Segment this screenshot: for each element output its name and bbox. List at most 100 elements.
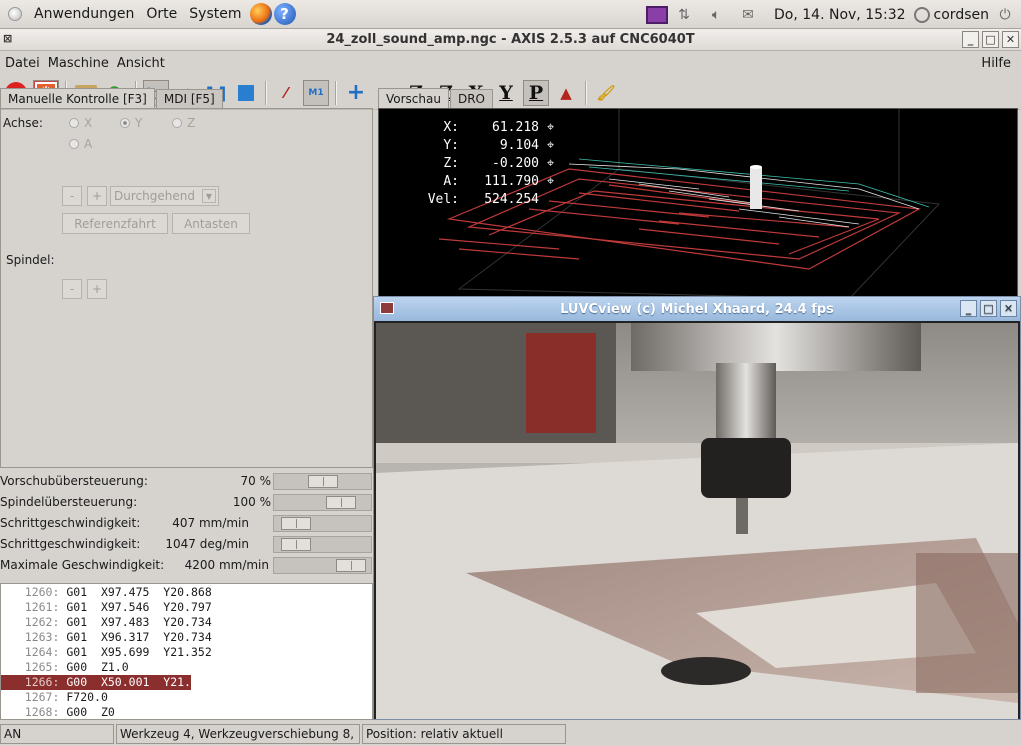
luvc-titlebar[interactable]: LUVCview (c) Michel Xhaard, 24.4 fps _ □… [374, 297, 1020, 321]
slider-trough[interactable] [273, 494, 372, 511]
luvc-window-icon[interactable] [380, 302, 394, 314]
menu-machine[interactable]: Maschine [44, 56, 113, 71]
homed-icon: ⌖ [539, 156, 555, 171]
dro-row: X: 61.218 ⌖ [409, 119, 554, 137]
dro-axis-value: 111.790 [484, 174, 539, 189]
toolpath-preview[interactable]: X: 61.218 ⌖ Y: 9.104 ⌖ Z: -0.200 ⌖ A: 111.790 ⌖… [378, 108, 1018, 298]
luvc-maximize-button[interactable]: □ [980, 300, 997, 317]
menu-applications[interactable]: Anwendungen [28, 0, 140, 29]
axis-radio-a[interactable]: A [69, 137, 92, 151]
camera-image [376, 323, 1018, 719]
gcode-line[interactable]: 1260: G01 X97.475 Y20.868 [1, 585, 372, 600]
slider-thumb[interactable] [281, 538, 311, 551]
system-monitor-icon[interactable] [646, 5, 669, 24]
gcode-listing[interactable]: 1260: G01 X97.475 Y20.868 1261: G01 X97.… [0, 583, 373, 720]
window-menu-icon[interactable]: ⊠ [3, 32, 19, 48]
axis-radio-x[interactable]: X [69, 116, 92, 130]
rotate-view-button[interactable]: ▲ [553, 80, 579, 106]
angular-jog-speed-row: Schrittgeschwindigkeit: 1047 deg/min [0, 534, 373, 555]
gcode-line-text: G01 X97.546 Y20.797 [66, 600, 212, 614]
tab-dro[interactable]: DRO [449, 89, 493, 108]
tab-manual-control[interactable]: Manuelle Kontrolle [F3] [0, 88, 155, 108]
network-icon[interactable]: ⇅ [673, 6, 695, 24]
minimize-button[interactable]: _ [962, 31, 979, 48]
gcode-line-text: G01 X97.475 Y20.868 [66, 585, 212, 599]
panel-clock[interactable]: Do, 14. Nov, 15:32 [774, 7, 906, 23]
gcode-line-number: 1264: [24, 645, 60, 659]
slider-label: Vorschubübersteuerung: [0, 474, 148, 488]
menu-file[interactable]: Datei [0, 56, 44, 71]
gcode-line[interactable]: 1263: G01 X96.317 Y20.734 [1, 630, 372, 645]
spindle-minus-button[interactable]: - [62, 279, 82, 299]
jog-increment-select[interactable]: Durchgehend ▼ [110, 186, 219, 206]
chevron-down-icon: ▼ [202, 189, 216, 203]
spindle-plus-button[interactable]: + [87, 279, 107, 299]
jog-minus-button[interactable]: - [62, 186, 82, 206]
block-delete-button[interactable]: ⁄ [273, 80, 299, 106]
slider-thumb[interactable] [308, 475, 338, 488]
slider-trough[interactable] [273, 515, 372, 532]
menu-help[interactable]: Hilfe [977, 56, 1015, 71]
dro-readout: X: 61.218 ⌖ Y: 9.104 ⌖ Z: -0.200 ⌖ A: 111.790 ⌖… [409, 119, 554, 209]
gcode-line[interactable]: 1265: G00 Z1.0 [1, 660, 372, 675]
gcode-line[interactable]: 1264: G01 X95.699 Y21.352 [1, 645, 372, 660]
gcode-line[interactable]: 1267: F720.0 [1, 690, 372, 705]
close-button[interactable]: ✕ [1002, 31, 1019, 48]
top-panel: Anwendungen Orte System ? ⇅ 🔈︎ ✉ Do, 14.… [0, 0, 1021, 29]
slider-trough[interactable] [273, 536, 372, 553]
home-button[interactable]: Referenzfahrt [62, 213, 168, 234]
gcode-line-number: 1267: [24, 690, 60, 704]
volume-icon[interactable]: 🔈︎ [705, 6, 727, 24]
stop-button[interactable] [233, 80, 259, 106]
axis-radio-z[interactable]: Z [172, 116, 195, 130]
homed-icon: ⌖ [539, 120, 555, 135]
jog-speed-row: Schrittgeschwindigkeit: 407 mm/min [0, 513, 373, 534]
jog-plus-button[interactable]: + [87, 186, 107, 206]
left-tabbar: Manuelle Kontrolle [F3] MDI [F5] [0, 88, 224, 108]
dro-axis-value: 524.254 [484, 192, 539, 207]
view-y-button[interactable]: Y [493, 80, 519, 106]
shutdown-icon[interactable]: ⏻ [994, 6, 1016, 24]
dro-axis-label: X: [443, 120, 459, 135]
menu-view[interactable]: Ansicht [113, 56, 169, 71]
firefox-icon[interactable] [249, 3, 272, 25]
slider-thumb[interactable] [326, 496, 356, 509]
maximize-button[interactable]: □ [982, 31, 999, 48]
gcode-line[interactable]: 1268: G00 Z0 [1, 705, 372, 720]
user-status-icon[interactable] [913, 6, 930, 23]
slider-trough[interactable] [273, 557, 372, 574]
window-titlebar[interactable]: ⊠ 24_zoll_sound_amp.ngc - AXIS 2.5.3 auf… [0, 29, 1021, 51]
tab-preview[interactable]: Vorschau [378, 88, 449, 108]
gcode-line-text: F720.0 [66, 690, 108, 704]
gcode-line[interactable]: 1266: G00 X50.001 Y21.824 [1, 675, 212, 690]
axis-radio-y[interactable]: Y [120, 116, 142, 130]
right-tabbar: Vorschau DRO [378, 88, 494, 108]
luvc-minimize-button[interactable]: _ [960, 300, 977, 317]
luvc-close-button[interactable]: ✕ [1000, 300, 1017, 317]
view-y-icon: Y [499, 81, 513, 104]
dro-row: Vel: 524.254 [409, 191, 554, 209]
plus-icon: + [346, 80, 366, 105]
menu-places[interactable]: Orte [140, 0, 183, 29]
help-icon[interactable]: ? [273, 3, 296, 25]
view-p-button[interactable]: P [523, 79, 549, 106]
dro-row: A: 111.790 ⌖ [409, 173, 554, 191]
slider-value: 1047 deg/min [165, 537, 249, 551]
tab-mdi[interactable]: MDI [F5] [155, 89, 223, 108]
slider-value: 4200 mm/min [184, 558, 269, 572]
slider-trough[interactable] [273, 473, 372, 490]
gcode-line[interactable]: 1262: G01 X97.483 Y20.734 [1, 615, 372, 630]
zoom-in-button[interactable]: + [343, 80, 369, 106]
clear-plot-button[interactable]: 🖌︎ [593, 80, 619, 106]
menu-system[interactable]: System [183, 0, 247, 29]
slider-value: 407 mm/min [172, 516, 249, 530]
panel-username[interactable]: cordsen [934, 7, 989, 23]
slider-thumb[interactable] [336, 559, 366, 572]
mail-icon[interactable]: ✉ [737, 6, 759, 24]
touch-off-button[interactable]: Antasten [172, 213, 250, 234]
optional-stop-button[interactable]: M1 [303, 79, 329, 106]
gnome-foot-icon[interactable] [8, 7, 22, 21]
slider-thumb[interactable] [281, 517, 311, 530]
gcode-line[interactable]: 1261: G01 X97.546 Y20.797 [1, 600, 372, 615]
gcode-line-text: G00 X50.001 Y21.824 [66, 675, 212, 689]
